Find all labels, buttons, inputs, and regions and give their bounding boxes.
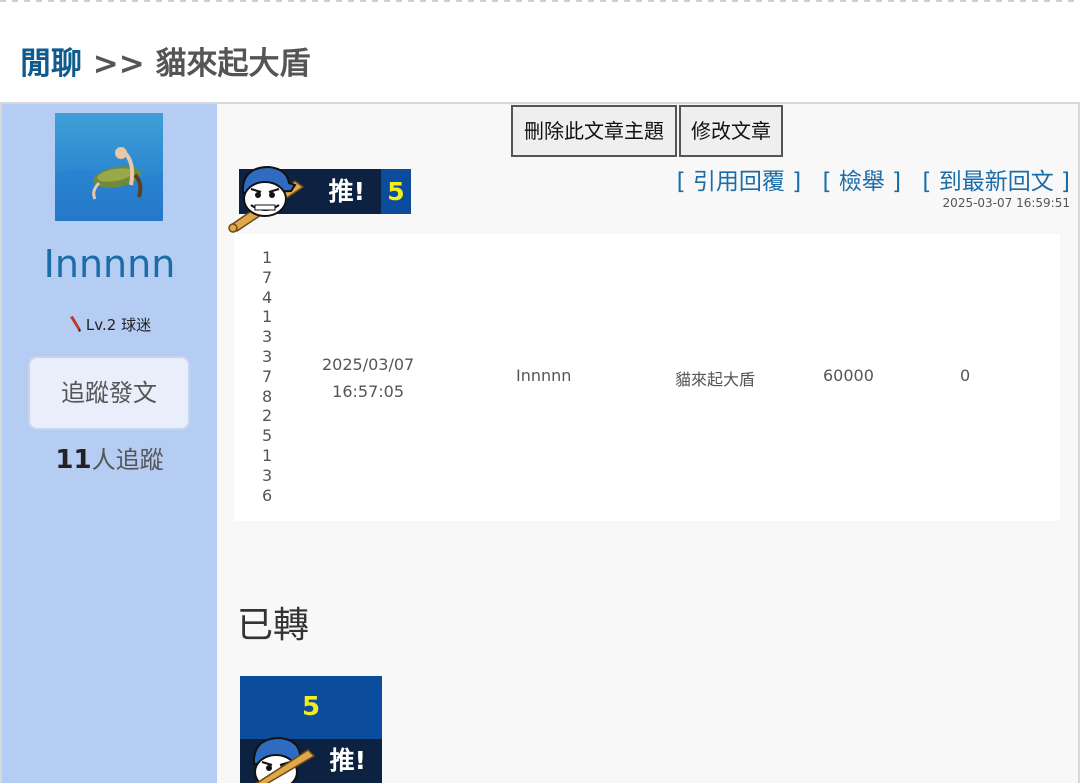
follower-number: 11: [55, 445, 92, 475]
post-content: 刪除此文章主題 修改文章 推! 5 [ 引用回覆 ] [ 檢舉 ] [ 到最新回…: [217, 104, 1078, 783]
quote-reply-link[interactable]: [ 引用回覆 ]: [677, 169, 802, 195]
author-cell: Innnnn: [516, 366, 572, 385]
delete-topic-button[interactable]: 刪除此文章主題: [511, 105, 677, 157]
digit: 5: [262, 426, 273, 446]
digit: 8: [262, 386, 273, 406]
post-links: [ 引用回覆 ] [ 檢舉 ] [ 到最新回文 ]: [663, 162, 1070, 196]
baseball-mascot-icon: [240, 734, 326, 783]
digit: 7: [262, 366, 273, 386]
breadcrumb-forum-link[interactable]: 閒聊: [20, 46, 82, 82]
digit: 3: [262, 465, 273, 485]
push-big-button[interactable]: 5 推!: [240, 676, 382, 783]
breadcrumb: 閒聊 >> 貓來起大盾: [20, 38, 311, 83]
digit: 3: [262, 327, 273, 347]
user-level: Lv.2 球迷: [2, 314, 217, 336]
post-body: 已轉: [237, 605, 310, 646]
digit: 7: [262, 267, 273, 287]
digit: 4: [262, 287, 273, 307]
date-value: 2025/03/07: [322, 355, 415, 374]
title-cell: 貓來起大盾: [675, 370, 756, 389]
digit: 3: [262, 346, 273, 366]
digit: 1: [262, 248, 273, 267]
follower-count: 11人追蹤: [2, 440, 217, 475]
follow-button[interactable]: 追蹤發文: [28, 356, 190, 430]
push-label: 推!: [328, 177, 365, 206]
author-sidebar: Innnnn Lv.2 球迷 追蹤發文 11人追蹤: [2, 104, 217, 783]
bat-icon: [68, 316, 82, 336]
time-value: 16:57:05: [332, 382, 405, 401]
digit: 1: [262, 445, 273, 465]
username[interactable]: Innnnn: [2, 242, 217, 286]
baseball-mascot-icon: [225, 163, 321, 237]
user-level-label: Lv.2 球迷: [85, 316, 152, 334]
avatar[interactable]: [55, 113, 163, 221]
digit-column: 1 7 4 1 3 3 7 8 2 5 1 3 6: [262, 248, 282, 505]
follower-suffix: 人追蹤: [91, 446, 164, 474]
post-timestamp: 2025-03-07 16:59:51: [942, 196, 1070, 210]
amount-cell: 60000: [823, 366, 874, 385]
breadcrumb-separator: >>: [92, 46, 145, 82]
report-link[interactable]: [ 檢舉 ]: [823, 169, 902, 195]
push-button[interactable]: 推! 5: [228, 165, 411, 233]
digit: 2: [262, 406, 273, 426]
push-big-label: 推!: [329, 746, 366, 775]
digit: 6: [262, 485, 273, 505]
info-table: 1 7 4 1 3 3 7 8 2 5 1 3 6 2025/03/07 16:…: [234, 234, 1060, 521]
date-cell: 2025/03/07 16:57:05: [322, 351, 414, 405]
top-divider: [0, 0, 1080, 4]
latest-reply-link[interactable]: [ 到最新回文 ]: [922, 169, 1070, 195]
digit: 1: [262, 307, 273, 327]
push-big-count: 5: [240, 676, 382, 739]
zero-cell: 0: [960, 366, 971, 385]
edit-post-button[interactable]: 修改文章: [679, 105, 783, 157]
push-count: 5: [381, 169, 411, 214]
breadcrumb-topic: 貓來起大盾: [155, 46, 311, 82]
